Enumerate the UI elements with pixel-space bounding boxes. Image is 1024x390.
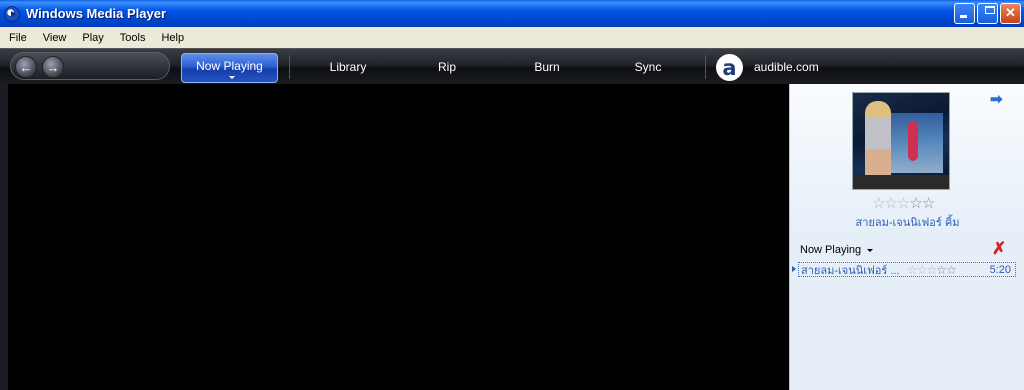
- menu-play[interactable]: Play: [74, 32, 111, 44]
- now-playing-list-header[interactable]: Now Playing: [800, 244, 874, 256]
- star-icon: ☆: [946, 262, 957, 277]
- tab-separator: [289, 55, 290, 79]
- playing-indicator-icon: [792, 266, 796, 272]
- star-icon[interactable]: ☆: [897, 195, 910, 212]
- audible-logo-icon[interactable]: a: [716, 54, 743, 81]
- nav-cluster: ← →: [10, 52, 170, 80]
- tab-library[interactable]: Library: [318, 49, 378, 85]
- tab-sync[interactable]: Sync: [625, 49, 671, 85]
- tab-burn[interactable]: Burn: [524, 49, 570, 85]
- task-bar: ← → Now Playing Library Rip Burn Sync a …: [0, 48, 1024, 84]
- chevron-down-icon[interactable]: [229, 76, 235, 79]
- right-arrow-icon[interactable]: ➡: [990, 90, 1003, 108]
- media-player-icon[interactable]: [4, 5, 20, 22]
- tab-rip[interactable]: Rip: [427, 49, 467, 85]
- playlist-item-title: สายลม-เจนนิเฟอร์ ...: [801, 264, 900, 277]
- red-x-icon[interactable]: ✗: [992, 239, 1006, 259]
- window-title: Windows Media Player: [26, 6, 167, 21]
- star-icon: ☆: [936, 262, 947, 277]
- tab-separator: [705, 55, 706, 79]
- playlist-item-duration: 5:20: [989, 263, 1011, 276]
- album-info: ➡ ☆☆☆☆☆ สายลม-เจนนิเฟอร์ คิ้ม: [790, 84, 1024, 234]
- window-controls: ✕: [954, 3, 1021, 24]
- menu-help[interactable]: Help: [153, 32, 192, 44]
- close-button[interactable]: ✕: [1000, 3, 1021, 24]
- tab-audible[interactable]: audible.com: [754, 49, 834, 85]
- star-icon[interactable]: ☆: [872, 195, 885, 212]
- star-icon[interactable]: ☆: [884, 195, 897, 212]
- menu-tools[interactable]: Tools: [112, 32, 154, 44]
- playlist-item-rating[interactable]: ☆☆☆☆☆: [907, 262, 957, 277]
- star-icon: ☆: [907, 262, 918, 277]
- album-art-stage: [853, 175, 949, 189]
- forward-button[interactable]: →: [42, 56, 64, 78]
- menu-file[interactable]: File: [0, 32, 35, 44]
- menu-view[interactable]: View: [35, 32, 75, 44]
- star-icon[interactable]: ☆: [909, 195, 922, 212]
- playlist-item[interactable]: สายลม-เจนนิเฟอร์ ... ☆☆☆☆☆ 5:20: [798, 262, 1016, 277]
- close-icon: ✕: [1005, 5, 1016, 20]
- star-icon[interactable]: ☆: [922, 195, 935, 212]
- title-bar: Windows Media Player ✕: [0, 0, 1024, 27]
- album-art-singer: [865, 101, 891, 181]
- tab-now-playing-label: Now Playing: [196, 59, 263, 73]
- star-icon: ☆: [926, 262, 938, 277]
- tab-now-playing[interactable]: Now Playing: [181, 53, 278, 83]
- album-title[interactable]: สายลม-เจนนิเฟอร์ คิ้ม: [790, 213, 1024, 231]
- album-art[interactable]: [852, 92, 950, 190]
- album-art-dancer: [908, 121, 918, 161]
- now-playing-list-label: Now Playing: [800, 244, 862, 256]
- album-rating[interactable]: ☆☆☆☆☆: [872, 194, 935, 212]
- minimize-icon: [960, 15, 967, 18]
- list-pane: ➡ ☆☆☆☆☆ สายลม-เจนนิเฟอร์ คิ้ม Now Playin…: [789, 84, 1024, 390]
- back-arrow-icon: ←: [19, 59, 33, 75]
- restore-button[interactable]: [977, 3, 998, 24]
- menu-bar: File View Play Tools Help: [0, 27, 1024, 48]
- chevron-down-icon: [867, 248, 874, 252]
- left-edge: [0, 84, 8, 390]
- star-icon: ☆: [916, 262, 928, 277]
- restore-icon: [985, 6, 995, 14]
- back-button[interactable]: ←: [15, 56, 37, 78]
- forward-arrow-icon: →: [46, 59, 60, 75]
- video-area[interactable]: [8, 84, 788, 390]
- minimize-button[interactable]: [954, 3, 975, 24]
